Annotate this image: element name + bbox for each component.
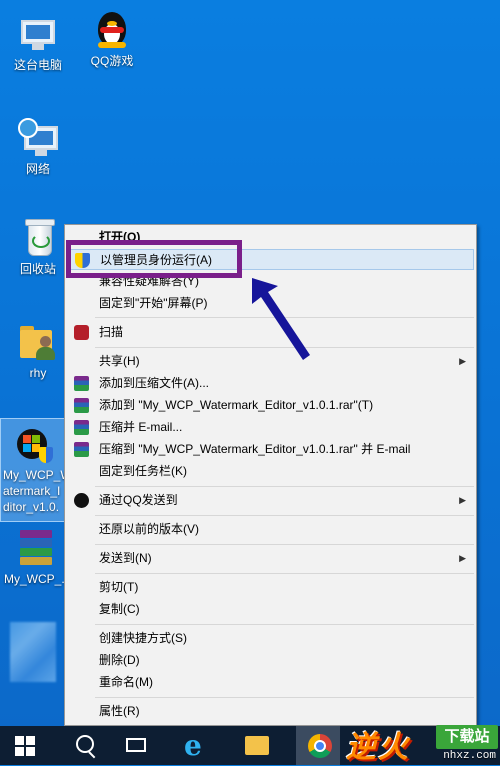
menu-item-add-to-rar[interactable]: 添加到 "My_WCP_Watermark_Editor_v1.0.1.rar"…: [67, 395, 474, 416]
menu-item-label: 添加到 "My_WCP_Watermark_Editor_v1.0.1.rar"…: [99, 398, 374, 412]
desktop-icon-user-folder[interactable]: rhy: [6, 322, 70, 380]
desktop-icon-qq-game[interactable]: QQ游戏: [80, 10, 144, 68]
search-icon: [76, 735, 94, 753]
menu-item-label: 通过QQ发送到: [99, 493, 178, 507]
menu-item-compress-email[interactable]: 压缩并 E-mail...: [67, 417, 474, 438]
winrar-icon: [74, 398, 89, 413]
menu-item-copy[interactable]: 复制(C): [67, 599, 474, 620]
chrome-button[interactable]: [296, 726, 340, 765]
menu-separator: [95, 347, 474, 348]
desktop-icon-label-line: atermark_I: [3, 484, 61, 498]
desktop-icon-recycle-bin[interactable]: 回收站: [6, 218, 70, 276]
menu-separator: [95, 544, 474, 545]
menu-item-pin-to-taskbar[interactable]: 固定到任务栏(K): [67, 461, 474, 482]
desktop-icon-watermark-editor-selected[interactable]: My_WCP_W atermark_I ditor_v1.0.: [0, 418, 72, 522]
menu-item-send-via-qq[interactable]: 通过QQ发送到 ▶: [67, 490, 474, 511]
menu-item-add-to-archive[interactable]: 添加到压缩文件(A)...: [67, 373, 474, 394]
desktop-icon-label: 这台电脑: [13, 58, 62, 72]
menu-item-send-to[interactable]: 发送到(N) ▶: [67, 548, 474, 569]
winrar-icon: [74, 442, 89, 457]
desktop-icon-label: My_WCP_...: [4, 572, 72, 586]
menu-item-label: 创建快捷方式(S): [99, 631, 187, 645]
annotation-highlight-box: [66, 240, 242, 278]
watermark-badge: 下载站: [436, 725, 498, 749]
menu-item-label: 添加到压缩文件(A)...: [99, 376, 209, 390]
menu-item-properties[interactable]: 属性(R): [67, 701, 474, 722]
menu-separator: [95, 486, 474, 487]
windows-start-icon: [15, 736, 35, 756]
menu-item-rename[interactable]: 重命名(M): [67, 672, 474, 693]
menu-item-compress-to-rar-email[interactable]: 压缩到 "My_WCP_Watermark_Editor_v1.0.1.rar"…: [67, 439, 474, 460]
desktop-icon-label: rhy: [29, 366, 47, 380]
winrar-icon: [74, 420, 89, 435]
menu-item-label: 共享(H): [99, 354, 140, 368]
windows-shield-app-icon: [13, 425, 53, 465]
menu-item-label: 压缩到 "My_WCP_Watermark_Editor_v1.0.1.rar"…: [99, 442, 411, 456]
menu-item-label: 属性(R): [99, 704, 140, 718]
desktop-icon-label: 网络: [25, 162, 50, 176]
desktop-icon-label: 回收站: [19, 262, 56, 276]
desktop-icon-rar-archive[interactable]: My_WCP_...: [4, 528, 72, 586]
menu-item-label: 删除(D): [99, 653, 140, 667]
site-watermark-logo: 逆火 下载站 nhxz.com: [340, 720, 500, 765]
menu-separator: [95, 515, 474, 516]
blurred-region: [10, 622, 56, 682]
winrar-icon: [74, 376, 89, 391]
menu-item-create-shortcut[interactable]: 创建快捷方式(S): [67, 628, 474, 649]
menu-item-label: 发送到(N): [99, 551, 152, 565]
submenu-arrow-icon: ▶: [459, 495, 466, 505]
task-view-button[interactable]: [114, 726, 158, 765]
this-pc-icon: [18, 14, 58, 54]
desktop-icon-this-pc[interactable]: 这台电脑: [6, 14, 70, 72]
winrar-archive-icon: [16, 528, 56, 568]
mcafee-icon: [74, 325, 89, 340]
menu-item-label: 扫描: [99, 325, 124, 339]
search-button[interactable]: [62, 726, 106, 765]
qq-icon: [74, 493, 89, 508]
menu-item-label: 固定到任务栏(K): [99, 464, 187, 478]
internet-explorer-button[interactable]: e: [174, 726, 218, 765]
context-menu: 打开(O) 以管理员身份运行(A) 兼容性疑难解答(Y) 固定到"开始"屏幕(P…: [64, 224, 477, 726]
start-button[interactable]: [2, 726, 46, 765]
menu-item-label: 压缩并 E-mail...: [99, 420, 183, 434]
network-icon: [18, 118, 58, 158]
task-view-icon: [126, 738, 146, 752]
desktop-icon-network[interactable]: 网络: [6, 118, 70, 176]
menu-item-delete[interactable]: 删除(D): [67, 650, 474, 671]
menu-item-label: 复制(C): [99, 602, 140, 616]
menu-item-restore-previous[interactable]: 还原以前的版本(V): [67, 519, 474, 540]
menu-separator: [95, 697, 474, 698]
recycle-bin-icon: [18, 218, 58, 258]
watermark-url: nhxz.com: [443, 750, 496, 762]
menu-item-scan[interactable]: 扫描: [67, 322, 474, 343]
menu-item-cut[interactable]: 剪切(T): [67, 577, 474, 598]
internet-explorer-icon: e: [184, 729, 202, 762]
menu-item-share[interactable]: 共享(H) ▶: [67, 351, 474, 372]
menu-item-label: 固定到"开始"屏幕(P): [99, 296, 208, 310]
menu-item-label: 剪切(T): [99, 580, 139, 594]
qq-penguin-icon: [92, 10, 132, 50]
menu-item-label: 还原以前的版本(V): [99, 522, 199, 536]
desktop-icon-label: QQ游戏: [90, 54, 134, 68]
submenu-arrow-icon: ▶: [459, 553, 466, 563]
menu-item-pin-to-start[interactable]: 固定到"开始"屏幕(P): [67, 293, 474, 314]
file-explorer-button[interactable]: [234, 726, 278, 765]
menu-separator: [95, 573, 474, 574]
watermark-brand: 逆火: [346, 731, 410, 764]
chrome-icon: [308, 734, 332, 758]
file-explorer-icon: [245, 736, 269, 755]
menu-separator: [95, 317, 474, 318]
user-folder-icon: [18, 322, 58, 362]
desktop-icon-label-line: My_WCP_W: [3, 468, 72, 482]
menu-item-label: 重命名(M): [99, 675, 153, 689]
menu-separator: [95, 624, 474, 625]
submenu-arrow-icon: ▶: [459, 356, 466, 366]
desktop-icon-label-line: ditor_v1.0.: [3, 500, 60, 514]
